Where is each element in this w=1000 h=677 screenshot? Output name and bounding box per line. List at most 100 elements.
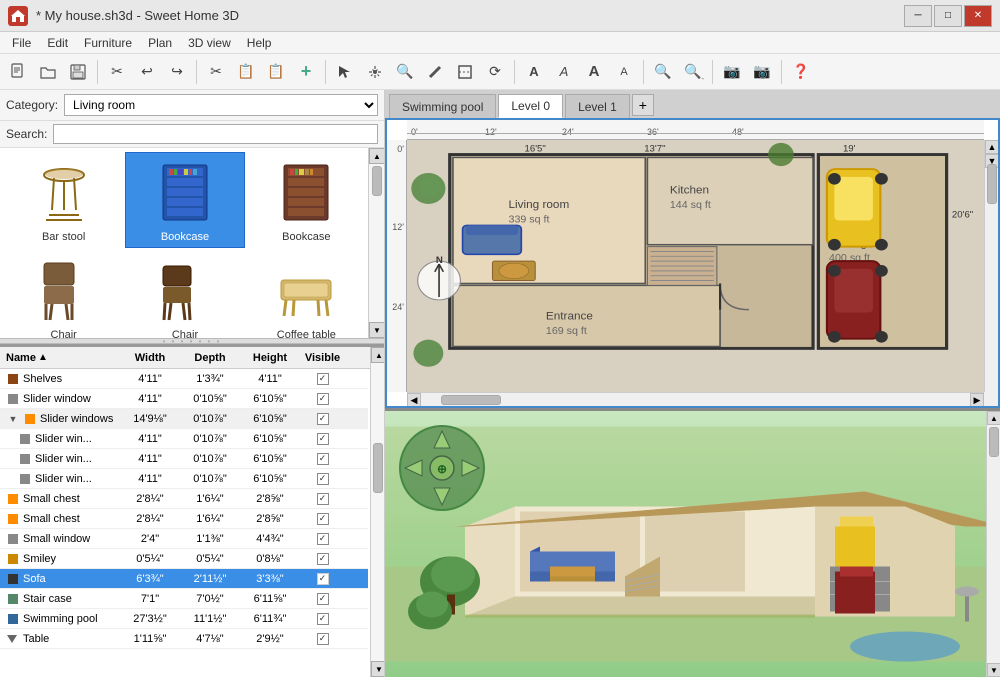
help-button[interactable]: ❓ — [787, 58, 815, 86]
row-name-sofa: Sofa — [0, 572, 120, 586]
table-scroll-down[interactable]: ▼ — [371, 661, 384, 677]
table-row[interactable]: Smiley 0'5¼" 0'5¼" 0'8⅛" — [0, 549, 368, 569]
floorplan: 0' 12' 24' 36' 48' 0' 12' 24' — [387, 120, 998, 406]
furniture-item-chair2[interactable]: Chair — [125, 250, 244, 338]
tab-swimming-pool[interactable]: Swimming pool — [389, 94, 496, 118]
table-row[interactable]: ▼ Slider windows 14'9⅛" 0'10⅞" 6'10⅝" — [0, 409, 368, 429]
col-header-height[interactable]: Height — [240, 352, 300, 364]
floorplan-scroll-v[interactable]: ▲ ▼ — [984, 140, 998, 392]
grid-scroll-thumb[interactable] — [372, 166, 382, 196]
furniture-item-coffeetable[interactable]: Coffee table — [247, 250, 366, 338]
svg-text:⊕: ⊕ — [437, 462, 447, 476]
table-scrollbar[interactable]: ▲ ▼ — [370, 347, 384, 677]
zoom-in-button[interactable]: 🔍 — [649, 58, 677, 86]
furniture-item-barstool[interactable]: Bar stool — [4, 152, 123, 248]
grid-scroll-up[interactable]: ▲ — [369, 148, 384, 164]
table-body[interactable]: Shelves 4'11" 1'3¾" 4'11" Slider window … — [0, 369, 384, 677]
chair2-label: Chair — [172, 329, 198, 338]
grid-scroll-down[interactable]: ▼ — [369, 322, 384, 338]
table-scroll-thumb[interactable] — [373, 443, 383, 493]
table-row[interactable]: Stair case 7'1" 7'0½" 6'11⅝" — [0, 589, 368, 609]
zoom-out-button[interactable]: 🔍- — [679, 58, 707, 86]
redo-button[interactable]: ↪ — [163, 58, 191, 86]
menu-plan[interactable]: Plan — [140, 34, 180, 52]
table-row[interactable]: Slider win... 4'11" 0'10⅞" 6'10⅝" — [0, 449, 368, 469]
tab-level0[interactable]: Level 0 — [498, 94, 563, 118]
svg-text:Entrance: Entrance — [546, 311, 593, 322]
view3d-scrollbar[interactable]: ▲ ▼ — [986, 411, 1000, 677]
furniture-grid: Bar stool — [0, 148, 384, 338]
text-tool-a3[interactable]: A — [580, 58, 608, 86]
pan-tool[interactable] — [361, 58, 389, 86]
category-select[interactable]: Living room Bedroom Kitchen Bathroom — [64, 94, 378, 116]
view-2d[interactable]: 0' 12' 24' 36' 48' 0' 12' 24' — [385, 118, 1000, 408]
furniture-item-bookcase-blue[interactable]: Bookcase — [125, 152, 244, 248]
table-row[interactable]: Table 1'11⅝" 4'7⅛" 2'9½" — [0, 629, 368, 649]
sep4 — [514, 60, 515, 84]
sep6 — [712, 60, 713, 84]
floorplan-canvas[interactable]: Living room 339 sq ft Kitchen 144 sq ft … — [407, 140, 984, 392]
col-header-visible[interactable]: Visible — [300, 352, 345, 364]
table-row[interactable]: Small chest 2'8¼" 1'6¼" 2'8⅝" — [0, 509, 368, 529]
svg-text:169 sq ft: 169 sq ft — [546, 326, 587, 336]
col-header-width[interactable]: Width — [120, 352, 180, 364]
svg-text:N: N — [436, 255, 443, 265]
view3d-scroll-up[interactable]: ▲ — [987, 411, 1000, 425]
table-row[interactable]: Slider win... 4'11" 0'10⅞" 6'10⅝" — [0, 469, 368, 489]
cut2-button[interactable]: ✂ — [202, 58, 230, 86]
furniture-grid-scrollbar[interactable]: ▲ ▼ — [368, 148, 384, 338]
maximize-button[interactable]: □ — [934, 5, 962, 27]
wall-tool[interactable] — [421, 58, 449, 86]
table-row[interactable]: Small chest 2'8¼" 1'6¼" 2'8⅝" — [0, 489, 368, 509]
search-input[interactable] — [53, 124, 378, 144]
close-button[interactable]: ✕ — [964, 5, 992, 27]
furniture-item-bookcase-brown[interactable]: Bookcase — [247, 152, 366, 248]
magnify-tool[interactable]: 🔍 — [391, 58, 419, 86]
video-button[interactable]: 📷 — [748, 58, 776, 86]
cut-button[interactable]: ✂ — [103, 58, 131, 86]
view3d-scroll-down[interactable]: ▼ — [987, 663, 1000, 677]
camera-button[interactable]: 📷 — [718, 58, 746, 86]
table-row[interactable]: Shelves 4'11" 1'3¾" 4'11" — [0, 369, 368, 389]
table-row[interactable]: Slider win... 4'11" 0'10⅞" 6'10⅝" — [0, 429, 368, 449]
tabs-bar: Swimming pool Level 0 Level 1 + — [385, 90, 1000, 118]
select-tool[interactable] — [331, 58, 359, 86]
menu-bar: File Edit Furniture Plan 3D view Help — [0, 32, 1000, 54]
grid-scroll-track — [369, 164, 384, 322]
col-header-depth[interactable]: Depth — [180, 352, 240, 364]
menu-help[interactable]: Help — [239, 34, 280, 52]
bookcase-blue-icon — [150, 157, 220, 227]
furniture-item-chair1[interactable]: Chair — [4, 250, 123, 338]
table-row[interactable]: Swimming pool 27'3½" 11'1½" 6'11¾" — [0, 609, 368, 629]
table-row[interactable]: Small window 2'4" 1'1⅜" 4'4¾" — [0, 529, 368, 549]
save-button[interactable] — [64, 58, 92, 86]
add-button[interactable]: + — [292, 58, 320, 86]
floorplan-scroll-h[interactable]: ◀ ▶ — [407, 392, 984, 406]
undo-button[interactable]: ↩ — [133, 58, 161, 86]
menu-furniture[interactable]: Furniture — [76, 34, 140, 52]
room-tool[interactable] — [451, 58, 479, 86]
col-header-name[interactable]: Name ▲ — [0, 352, 120, 364]
sep2 — [196, 60, 197, 84]
copy-button[interactable]: 📋 — [232, 58, 260, 86]
menu-edit[interactable]: Edit — [39, 34, 76, 52]
barstool-icon — [29, 157, 99, 227]
menu-file[interactable]: File — [4, 34, 39, 52]
minimize-button[interactable]: ─ — [904, 5, 932, 27]
table-scroll-up[interactable]: ▲ — [371, 347, 384, 363]
text-tool-a4[interactable]: A — [610, 58, 638, 86]
rotate-tool[interactable]: ⟳ — [481, 58, 509, 86]
tab-level1[interactable]: Level 1 — [565, 94, 630, 118]
open-button[interactable] — [34, 58, 62, 86]
view3d-scroll-thumb[interactable] — [989, 427, 999, 457]
view3d-controls: ⊕ — [397, 423, 485, 511]
new-button[interactable] — [4, 58, 32, 86]
text-tool-a1[interactable]: A — [520, 58, 548, 86]
menu-3dview[interactable]: 3D view — [180, 34, 239, 52]
text-tool-a2[interactable]: A — [550, 58, 578, 86]
table-row[interactable]: Slider window 4'11" 0'10⅝" 6'10⅝" — [0, 389, 368, 409]
paste-button[interactable]: 📋 — [262, 58, 290, 86]
tab-add-button[interactable]: + — [632, 94, 654, 116]
table-row-sofa[interactable]: Sofa 6'3¾" 2'11½" 3'3⅜" — [0, 569, 368, 589]
svg-text:Living room: Living room — [509, 199, 570, 210]
